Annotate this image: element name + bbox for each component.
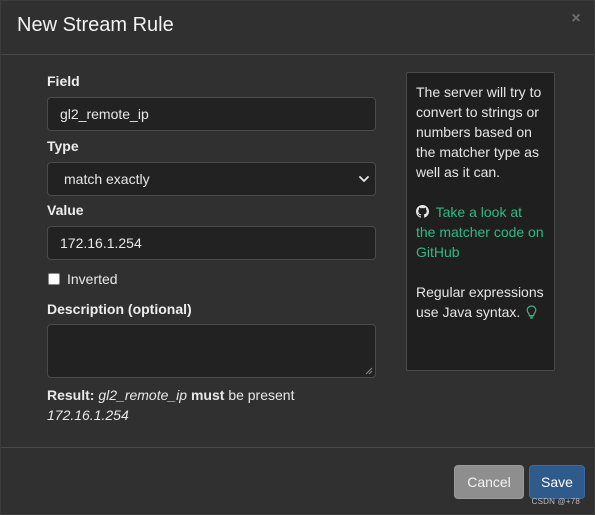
cancel-button[interactable]: Cancel: [454, 465, 524, 499]
matcher-code-link-text: Take a look at the matcher code on GitHu…: [416, 204, 544, 260]
new-stream-rule-dialog: New Stream Rule × Field gl2_remote_ip Ty…: [0, 0, 595, 515]
lightbulb-icon: [526, 305, 537, 319]
result-value: 172.16.1.254: [47, 407, 129, 423]
dialog-header: New Stream Rule ×: [1, 1, 594, 55]
resize-grip-icon[interactable]: [365, 367, 373, 375]
watermark-text: CSDN @+78: [531, 497, 580, 506]
inverted-label: Inverted: [67, 271, 118, 287]
github-icon: [416, 205, 429, 218]
dialog-title: New Stream Rule: [17, 14, 174, 36]
dialog-footer: Cancel Save: [1, 447, 594, 514]
matcher-help-panel: The server will try to convert to string…: [406, 72, 555, 371]
description-textarea[interactable]: [47, 324, 376, 378]
result-must: must: [190, 387, 225, 403]
close-icon[interactable]: ×: [568, 11, 584, 27]
field-input-value: gl2_remote_ip: [60, 106, 149, 122]
field-input[interactable]: gl2_remote_ip: [47, 97, 376, 131]
field-label: Field: [47, 73, 80, 89]
result-field: gl2_remote_ip: [98, 387, 188, 403]
help-regex-text: Regular expressions use Java syntax.: [416, 284, 544, 320]
help-intro: The server will try to convert to string…: [416, 84, 542, 180]
value-input[interactable]: 172.16.1.254: [47, 226, 376, 260]
type-select-value: match exactly: [64, 171, 150, 187]
save-button[interactable]: Save: [529, 465, 585, 499]
value-input-value: 172.16.1.254: [60, 235, 142, 251]
result-be-present: be present: [228, 387, 295, 403]
type-select[interactable]: match exactly: [47, 162, 376, 196]
type-label: Type: [47, 138, 79, 154]
result-prefix: Result:: [47, 387, 95, 403]
value-label: Value: [47, 202, 84, 218]
description-label: Description (optional): [47, 301, 192, 317]
matcher-code-link[interactable]: Take a look at the matcher code on GitHu…: [416, 204, 544, 260]
inverted-checkbox[interactable]: [48, 273, 60, 285]
chevron-down-icon: [359, 176, 369, 182]
result-summary: Result: gl2_remote_ip must be present 17…: [47, 385, 294, 425]
